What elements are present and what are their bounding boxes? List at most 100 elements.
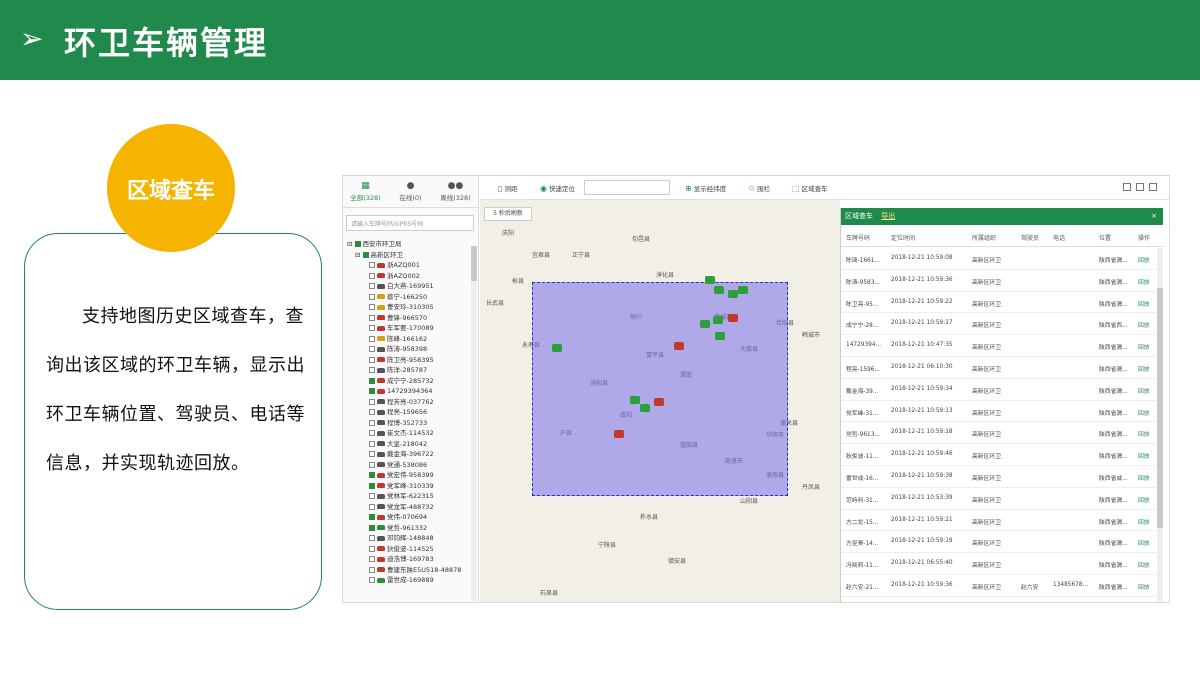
vehicle-checkbox[interactable] bbox=[369, 346, 375, 352]
table-row[interactable]: 陈卫亮-95... 2018-12-21 10:59:22 高新区环卫 陕西省渭...… bbox=[841, 292, 1157, 314]
column-time[interactable]: 定位时间 bbox=[891, 233, 915, 242]
column-plate[interactable]: 车牌号码 bbox=[846, 233, 870, 242]
playback-link[interactable]: 回放 bbox=[1138, 473, 1150, 482]
column-phone[interactable]: 电话 bbox=[1053, 233, 1065, 242]
vehicle-checkbox[interactable] bbox=[369, 409, 375, 415]
vehicle-checkbox[interactable] bbox=[369, 356, 375, 363]
vehicle-item[interactable]: 党宏伟-958399 bbox=[347, 470, 471, 481]
vehicle-item[interactable]: 崔文杰-114532 bbox=[347, 428, 471, 439]
vehicle-item[interactable]: 蔡宁-166250 bbox=[347, 292, 471, 303]
playback-link[interactable]: 回放 bbox=[1138, 495, 1150, 504]
vehicle-marker[interactable] bbox=[713, 316, 723, 324]
map-view[interactable]: 庆阳宜君县正宁县旬邑县淳化县永寿县铜川富平县大荔县渭南咸阳户县蓝田县商洛市山阳县… bbox=[480, 200, 840, 602]
tree-group[interactable]: ⊟ 高新区环卫 bbox=[347, 250, 471, 261]
playback-link[interactable]: 回放 bbox=[1138, 364, 1150, 373]
vehicle-checkbox[interactable] bbox=[369, 440, 375, 447]
vehicle-checkbox[interactable] bbox=[369, 524, 375, 531]
vehicle-marker[interactable] bbox=[614, 430, 624, 438]
vehicle-checkbox[interactable] bbox=[369, 566, 375, 573]
tab-all[interactable]: ▦ 全部(328) bbox=[343, 180, 388, 202]
vehicle-marker[interactable] bbox=[640, 404, 650, 412]
vehicle-checkbox[interactable] bbox=[369, 503, 375, 510]
vehicle-checkbox[interactable] bbox=[369, 472, 375, 478]
playback-link[interactable]: 回放 bbox=[1138, 277, 1150, 286]
vehicle-marker[interactable] bbox=[700, 320, 710, 328]
vehicle-checkbox[interactable] bbox=[369, 377, 375, 384]
vehicle-marker[interactable] bbox=[674, 342, 684, 350]
vehicle-marker[interactable] bbox=[728, 290, 738, 298]
result-scrollbar[interactable] bbox=[1157, 248, 1163, 602]
table-row[interactable]: 雷世成-16... 2018-12-21 10:59:38 高新区环卫 陕西省咸...… bbox=[841, 466, 1157, 488]
vehicle-checkbox[interactable] bbox=[369, 514, 375, 520]
vehicle-checkbox[interactable] bbox=[369, 325, 375, 331]
vehicle-checkbox[interactable] bbox=[369, 304, 375, 310]
vehicle-checkbox[interactable] bbox=[369, 398, 375, 405]
selected-area[interactable] bbox=[532, 282, 788, 496]
vehicle-item[interactable]: 陈洋-285787 bbox=[347, 365, 471, 376]
playback-link[interactable]: 回放 bbox=[1138, 255, 1150, 264]
measure-button[interactable]: ▯ 测距 bbox=[498, 183, 517, 193]
playback-link[interactable]: 回放 bbox=[1138, 299, 1150, 308]
playback-link[interactable]: 回放 bbox=[1138, 408, 1150, 417]
vehicle-checkbox[interactable] bbox=[369, 272, 375, 279]
vehicle-search-input[interactable]: 请输入车牌号码/GPRS号码 bbox=[346, 215, 474, 231]
vehicle-marker[interactable] bbox=[738, 286, 748, 294]
vehicle-checkbox[interactable] bbox=[369, 577, 375, 583]
show-coords-button[interactable]: ⊕ 显示经纬度 bbox=[685, 183, 726, 193]
table-row[interactable]: 范峙利-31... 2018-12-21 10:53:39 高新区环卫 陕西省渭...… bbox=[841, 488, 1157, 510]
vehicle-item[interactable]: 陈涛-958398 bbox=[347, 344, 471, 355]
table-row[interactable]: 陈涛-9583... 2018-12-21 10:59:36 高新区环卫 陕西省渭..… bbox=[841, 270, 1157, 292]
vehicle-checkbox[interactable] bbox=[369, 451, 375, 457]
table-row[interactable]: 党军峰-31... 2018-12-21 10:59:13 高新区环卫 陕西省渭...… bbox=[841, 401, 1157, 423]
vehicle-item[interactable]: 党哲-961332 bbox=[347, 523, 471, 534]
table-row[interactable]: 陈琦-1661... 2018-12-21 10:59:08 高新区环卫 陕西省渭..… bbox=[841, 248, 1157, 270]
vehicle-item[interactable]: 白大燕-169951 bbox=[347, 281, 471, 292]
vehicle-checkbox[interactable] bbox=[369, 430, 375, 436]
export-link[interactable]: 导出 bbox=[881, 212, 895, 220]
layout-full-icon[interactable] bbox=[1149, 183, 1157, 191]
fence-button[interactable]: ♲ 围栏 bbox=[748, 183, 770, 193]
column-driver[interactable]: 驾驶员 bbox=[1021, 233, 1039, 242]
table-row[interactable]: 狄俊波-11... 2018-12-21 10:59:46 高新区环卫 陕西省渭...… bbox=[841, 444, 1157, 466]
vehicle-checkbox[interactable] bbox=[369, 535, 375, 541]
vehicle-item[interactable]: 党军峰-310339 bbox=[347, 481, 471, 492]
playback-link[interactable]: 回放 bbox=[1138, 582, 1150, 591]
playback-link[interactable]: 回放 bbox=[1138, 429, 1150, 438]
vehicle-item[interactable]: 浙AZQ001 bbox=[347, 260, 471, 271]
tree-root-checkbox[interactable] bbox=[354, 241, 361, 247]
tab-online[interactable]: ● 在线(0) bbox=[388, 180, 433, 202]
table-row[interactable]: 程亮-1596... 2018-12-21 06:10:30 高新区环卫 陕西省渭..… bbox=[841, 357, 1157, 379]
vehicle-checkbox[interactable] bbox=[369, 493, 375, 499]
tree-group-checkbox[interactable] bbox=[362, 251, 369, 258]
vehicle-item[interactable]: 车军要-170089 bbox=[347, 323, 471, 334]
table-row[interactable]: 冯晓莉-11... 2018-12-21 06:55:40 高新区环卫 陕西省渭...… bbox=[841, 553, 1157, 575]
vehicle-marker[interactable] bbox=[630, 396, 640, 404]
table-row[interactable]: 方二龙-15... 2018-12-21 10:59:21 高新区环卫 陕西省渭...… bbox=[841, 510, 1157, 532]
table-row[interactable]: 戴金海-39... 2018-12-21 10:59:34 高新区环卫 陕西省渭...… bbox=[841, 379, 1157, 401]
playback-link[interactable]: 回放 bbox=[1138, 538, 1150, 547]
vehicle-checkbox[interactable] bbox=[369, 545, 375, 552]
vehicle-item[interactable]: 大皇-218042 bbox=[347, 439, 471, 450]
vehicle-item[interactable]: 浙AZQ002 bbox=[347, 271, 471, 282]
column-location[interactable]: 位置 bbox=[1099, 233, 1111, 242]
vehicle-item[interactable]: 雷世成-169889 bbox=[347, 575, 471, 586]
vehicle-item[interactable]: 程亮-159656 bbox=[347, 407, 471, 418]
vehicle-item[interactable]: 程芳亮-037762 bbox=[347, 397, 471, 408]
playback-link[interactable]: 回放 bbox=[1138, 560, 1150, 569]
tree-scrollbar[interactable] bbox=[471, 246, 477, 601]
vehicle-marker[interactable] bbox=[654, 398, 664, 406]
vehicle-marker[interactable] bbox=[552, 344, 562, 352]
table-row[interactable]: 14729394... 2018-12-21 10:47:35 高新区环卫 陕西省渭.… bbox=[841, 335, 1157, 357]
vehicle-item[interactable]: 党林军-622315 bbox=[347, 491, 471, 502]
playback-link[interactable]: 回放 bbox=[1138, 342, 1150, 351]
vehicle-marker[interactable] bbox=[714, 286, 724, 294]
vehicle-item[interactable]: 邓钧辉-148848 bbox=[347, 533, 471, 544]
vehicle-item[interactable]: 程博-352733 bbox=[347, 418, 471, 429]
table-row[interactable]: 党哲-9613... 2018-12-21 10:59:18 高新区环卫 陕西省渭..… bbox=[841, 422, 1157, 445]
tab-offline[interactable]: ●● 离线(328) bbox=[433, 180, 478, 202]
vehicle-item[interactable]: 狄俊波-114525 bbox=[347, 544, 471, 555]
column-action[interactable]: 操作 bbox=[1138, 233, 1150, 242]
vehicle-checkbox[interactable] bbox=[369, 262, 375, 268]
vehicle-item[interactable]: 党通-538086 bbox=[347, 460, 471, 471]
close-icon[interactable]: × bbox=[1151, 208, 1157, 225]
